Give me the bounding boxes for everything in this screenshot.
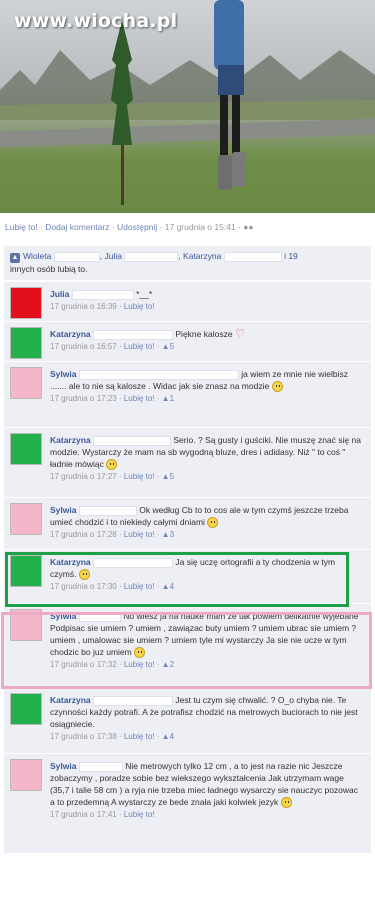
redaction — [124, 251, 179, 262]
comment-like-link[interactable]: Lubię to! — [124, 302, 155, 311]
comment-meta: 17 grudnia o 16:39 · Lubię to! — [50, 302, 155, 311]
likes-summary: ▲ Wioleta , Julia , Katarzyna i 19 innych… — [4, 246, 371, 281]
like-count-value: 1 — [169, 394, 175, 404]
like-count[interactable]: ▲3 — [162, 530, 174, 539]
comment-author[interactable]: Katarzyna — [50, 329, 91, 339]
liker-name[interactable]: Katarzyna — [183, 251, 221, 261]
comment: Sylwia Nie metrowych tylko 12 cm , a to … — [4, 753, 371, 853]
post-photo[interactable]: www.wiocha.pl — [0, 0, 375, 213]
thumbs-up-icon: ▲ — [161, 530, 170, 540]
green-highlight-frame — [5, 552, 349, 607]
comment-like-link[interactable]: Lubię to! — [124, 530, 155, 539]
comment-time[interactable]: 17 grudnia o 17:23 — [50, 394, 117, 403]
heart-icon: ♡ — [234, 328, 245, 340]
comment: Sylwia ja wiem ze mnie nie wielbisz ....… — [4, 361, 371, 427]
road — [0, 118, 375, 148]
thumbs-up-icon: ▲ — [161, 732, 170, 741]
thumbs-up-icon: ▲ — [161, 342, 170, 351]
redaction — [71, 289, 134, 300]
like-count-value: 3 — [169, 530, 175, 540]
comment-meta: 17 grudnia o 17:28 · Lubię to! · ▲3 — [50, 530, 175, 540]
avatar[interactable] — [10, 693, 42, 725]
avatar[interactable] — [10, 287, 42, 319]
redaction — [53, 251, 100, 262]
comment-like-link[interactable]: Lubię to! — [124, 732, 155, 741]
comment-like-link[interactable]: Lubię to! — [124, 472, 155, 481]
comment-time[interactable]: 17 grudnia o 17:41 — [50, 810, 117, 819]
comment-text: *__* — [136, 289, 153, 299]
comment-time[interactable]: 17 grudnia o 16:39 — [50, 302, 117, 311]
redaction — [78, 369, 239, 380]
comment: Katarzyna Serio. ? Są gusty i guściki. N… — [4, 427, 371, 497]
like-count[interactable]: ▲5 — [162, 472, 174, 481]
smiley-icon — [271, 381, 283, 393]
redaction — [93, 435, 172, 446]
avatar[interactable] — [10, 433, 42, 465]
add-comment-link[interactable]: Dodaj komentarz — [45, 222, 109, 232]
watermark: www.wiocha.pl — [14, 10, 178, 32]
comment-meta: 17 grudnia o 17:41 · Lubię to! — [50, 810, 155, 820]
friends-icon: ●● — [243, 222, 254, 232]
comment-meta: 17 grudnia o 16:57 · Lubię to! · ▲5 — [50, 342, 175, 351]
avatar[interactable] — [10, 759, 42, 791]
comment-meta: 17 grudnia o 17:23 · Lubię to! · ▲1 — [50, 394, 175, 404]
comment-like-link[interactable]: Lubię to! — [124, 394, 155, 403]
like-count[interactable]: ▲4 — [162, 732, 174, 741]
comment-author[interactable]: Sylwia — [50, 369, 76, 379]
post-action-bar: Lubię to! · Dodaj komentarz · Udostępnij… — [5, 222, 254, 232]
comment-time[interactable]: 17 grudnia o 16:57 — [50, 342, 117, 351]
comment-time[interactable]: 17 grudnia o 17:28 — [50, 530, 117, 539]
avatar[interactable] — [10, 367, 42, 399]
comment-author[interactable]: Katarzyna — [50, 695, 91, 705]
smiley-icon — [280, 797, 292, 809]
like-link[interactable]: Lubię to! — [5, 222, 38, 232]
comment-like-link[interactable]: Lubię to! — [124, 342, 155, 351]
comment-time[interactable]: 17 grudnia o 17:27 — [50, 472, 117, 481]
person-figure — [214, 0, 246, 190]
like-count-value: 4 — [169, 732, 175, 741]
likes-tail: innych osób lubią to. — [10, 264, 88, 274]
comment-text: Piękne kalosze — [175, 329, 233, 339]
comment-meta: 17 grudnia o 17:27 · Lubię to! · ▲5 — [50, 472, 175, 482]
like-count-value: 5 — [169, 342, 175, 351]
smiley-icon — [207, 517, 219, 529]
like-count-value: 5 — [169, 472, 175, 482]
comment: Katarzyna Jest tu czym się chwalić. ? O_… — [4, 687, 371, 753]
avatar[interactable] — [10, 503, 42, 535]
liker-name[interactable]: Julia — [104, 251, 121, 261]
comment-time[interactable]: 17 grudnia o 17:38 — [50, 732, 117, 741]
comment-like-link[interactable]: Lubię to! — [124, 810, 155, 819]
comment-author[interactable]: Katarzyna — [50, 435, 91, 445]
likes-count[interactable]: i 19 — [284, 251, 298, 261]
thumbs-up-icon: ▲ — [10, 253, 20, 263]
small-tree — [111, 20, 133, 205]
comment: Sylwia Ok według Cb to to cos ale w tym … — [4, 497, 371, 549]
redaction — [93, 329, 174, 340]
comment-author[interactable]: Julia — [50, 289, 69, 299]
pink-highlight-frame — [1, 612, 372, 689]
avatar[interactable] — [10, 327, 42, 359]
comment-author[interactable]: Sylwia — [50, 761, 76, 771]
redaction — [78, 505, 137, 516]
liker-name[interactable]: Wioleta — [23, 251, 51, 261]
redaction — [223, 251, 282, 262]
redaction — [78, 761, 123, 772]
thumbs-up-icon: ▲ — [161, 394, 170, 404]
share-link[interactable]: Udostępnij — [117, 222, 157, 232]
like-count[interactable]: ▲5 — [162, 342, 174, 351]
comment-meta: 17 grudnia o 17:38 · Lubię to! · ▲4 — [50, 732, 175, 741]
comment: Julia *__* 17 grudnia o 16:39 · Lubię to… — [4, 281, 371, 321]
smiley-icon — [106, 459, 118, 471]
thumbs-up-icon: ▲ — [161, 472, 170, 482]
like-count[interactable]: ▲1 — [162, 394, 174, 403]
redaction — [93, 695, 174, 706]
background-trees — [0, 50, 375, 120]
comment-author[interactable]: Sylwia — [50, 505, 76, 515]
comment: Katarzyna Piękne kalosze ♡ 17 grudnia o … — [4, 321, 371, 361]
post-timestamp[interactable]: 17 grudnia o 15:41 — [165, 222, 236, 232]
